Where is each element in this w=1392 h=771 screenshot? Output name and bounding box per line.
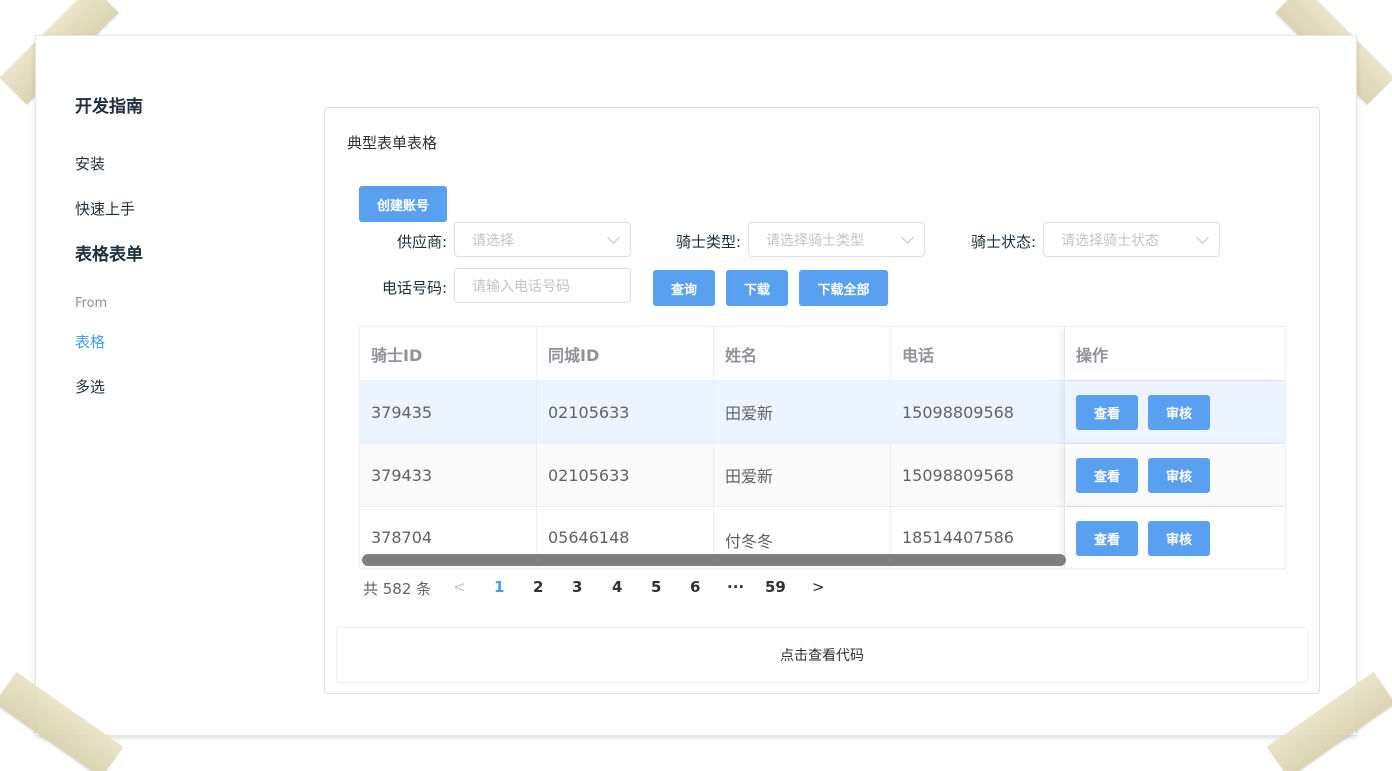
phone-placeholder: 请输入电话号码	[472, 278, 570, 295]
cell-actions: 查看 审核	[1065, 444, 1285, 506]
download-all-button[interactable]: 下载全部	[799, 270, 888, 306]
cell-actions: 查看 审核	[1065, 507, 1285, 568]
view-button[interactable]: 查看	[1076, 394, 1138, 430]
demo-card: 典型表单表格 创建账号 供应商: 请选择 骑士类型: 请选择骑士类型 骑士状态:…	[324, 107, 1320, 694]
rider-type-select[interactable]: 请选择骑士类型	[748, 222, 925, 257]
table-row[interactable]: 379433 02105633 田爱新 15098809568 查看 审核	[360, 444, 1285, 507]
sidebar-item-install[interactable]: 安装	[75, 153, 105, 174]
sidebar-item-table[interactable]: 表格	[75, 331, 105, 352]
view-button[interactable]: 查看	[1076, 520, 1138, 556]
review-button[interactable]: 审核	[1148, 520, 1210, 556]
rider-type-label: 骑士类型:	[675, 233, 741, 251]
cell-phone: 15098809568	[891, 381, 1065, 443]
rider-status-select[interactable]: 请选择骑士状态	[1043, 222, 1220, 257]
rider-status-label: 骑士状态:	[970, 233, 1036, 251]
cell-city-id: 02105633	[537, 381, 714, 443]
horizontal-scrollbar[interactable]	[362, 554, 1066, 566]
review-button[interactable]: 审核	[1148, 457, 1210, 493]
chevron-down-icon	[1196, 231, 1209, 244]
phone-input[interactable]: 请输入电话号码	[454, 268, 631, 303]
cell-rider-id: 379433	[360, 444, 537, 506]
supplier-placeholder: 请选择	[472, 232, 514, 249]
prev-page-icon[interactable]: <	[453, 578, 466, 596]
view-button[interactable]: 查看	[1076, 457, 1138, 493]
sidebar-item-quickstart[interactable]: 快速上手	[75, 198, 135, 219]
rider-type-placeholder: 请选择骑士类型	[766, 232, 864, 249]
next-page-icon[interactable]: >	[812, 578, 825, 596]
page-1[interactable]: 1	[494, 578, 504, 596]
sidebar-group-title: 表格表单	[75, 245, 143, 265]
download-button[interactable]: 下载	[726, 270, 788, 306]
card-title: 典型表单表格	[347, 134, 438, 152]
column-header-city-id: 同城ID	[537, 327, 714, 380]
page-6[interactable]: 6	[690, 578, 700, 596]
pagination-total: 共 582 条	[363, 580, 432, 598]
column-header-phone: 电话	[891, 327, 1065, 380]
chevron-down-icon	[607, 231, 620, 244]
page-last[interactable]: 59	[765, 578, 786, 596]
table-header-row: 骑士ID 同城ID 姓名 电话 操作	[360, 327, 1285, 381]
cell-name: 田爱新	[714, 444, 891, 506]
table-row[interactable]: 379435 02105633 田爱新 15098809568 查看 审核	[360, 381, 1285, 444]
cell-actions: 查看 审核	[1065, 381, 1285, 443]
page-4[interactable]: 4	[612, 578, 622, 596]
review-button[interactable]: 审核	[1148, 394, 1210, 430]
rider-table: 骑士ID 同城ID 姓名 电话 操作 379435 02105633 田爱新 1…	[359, 326, 1286, 569]
query-button[interactable]: 查询	[653, 270, 715, 306]
supplier-label: 供应商:	[396, 233, 447, 251]
rider-status-placeholder: 请选择骑士状态	[1061, 232, 1159, 249]
cell-rider-id: 379435	[360, 381, 537, 443]
phone-label: 电话号码:	[381, 279, 447, 297]
create-account-button[interactable]: 创建账号	[359, 186, 447, 222]
sidebar-title: 开发指南	[75, 97, 143, 117]
pagination-ellipsis[interactable]: ···	[727, 578, 744, 596]
cell-phone: 15098809568	[891, 444, 1065, 506]
chevron-down-icon	[901, 231, 914, 244]
page-5[interactable]: 5	[651, 578, 661, 596]
sidebar-sub-label: From	[75, 296, 108, 311]
view-code-bar[interactable]: 点击查看代码	[336, 627, 1308, 683]
page-3[interactable]: 3	[572, 578, 582, 596]
column-header-name: 姓名	[714, 327, 891, 380]
column-header-rider-id: 骑士ID	[360, 327, 537, 380]
cell-city-id: 02105633	[537, 444, 714, 506]
supplier-select[interactable]: 请选择	[454, 222, 631, 257]
page-2[interactable]: 2	[533, 578, 543, 596]
column-header-actions: 操作	[1065, 327, 1285, 380]
sidebar-item-multiselect[interactable]: 多选	[75, 376, 105, 397]
cell-name: 田爱新	[714, 381, 891, 443]
